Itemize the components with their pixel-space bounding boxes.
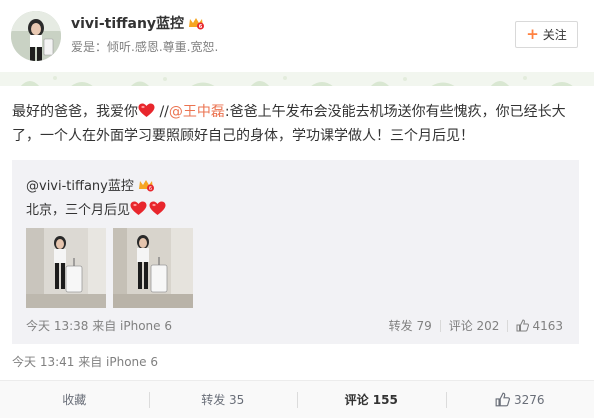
mention-link[interactable]: @王中磊 xyxy=(169,104,225,120)
photo-thumbnail-1[interactable] xyxy=(26,228,106,308)
quoted-stats: 转发 79 评论 202 4163 xyxy=(389,317,563,334)
favorite-button[interactable]: 收藏 xyxy=(0,381,149,418)
svg-text:6: 6 xyxy=(199,24,203,30)
stats-divider xyxy=(439,319,441,332)
heart-icon xyxy=(149,201,166,216)
quoted-text: 北京，三个月后见 xyxy=(26,199,166,218)
avatar[interactable] xyxy=(11,11,61,61)
quoted-comment-count[interactable]: 评论 202 xyxy=(449,317,500,334)
repost-label: 转发 35 xyxy=(201,393,245,407)
quoted-timestamp[interactable]: 今天 13:38 来自 iPhone 6 xyxy=(26,317,172,334)
like-count: 3276 xyxy=(513,392,545,407)
quoted-like-button[interactable]: 4163 xyxy=(516,319,563,333)
repost-button[interactable]: 转发 35 xyxy=(148,381,298,418)
stats-divider xyxy=(507,319,509,332)
action-bar: 收藏 转发 35 评论 155 3276 xyxy=(0,380,594,418)
user-bio: 爱是：倾听.感恩.尊重.宽恕. xyxy=(71,40,219,54)
photo-thumbnail-2[interactable] xyxy=(113,228,193,308)
quoted-text-body: 北京，三个月后见 xyxy=(26,203,131,218)
quoted-post[interactable]: @vivi-tiffany蓝控 6 北京，三个月后见 今天 13:38 来自 i… xyxy=(12,160,579,344)
follow-label: 关注 xyxy=(542,28,567,42)
quoted-repost-count[interactable]: 转发 79 xyxy=(389,317,432,334)
heart-icon xyxy=(138,102,155,117)
username[interactable]: vivi-tiffany蓝控 6 xyxy=(71,13,205,33)
post-text-part1: 最好的爸爸，我爱你 xyxy=(12,104,138,120)
comment-button[interactable]: 评论 155 xyxy=(297,381,446,418)
like-button[interactable]: 3276 xyxy=(445,381,594,418)
follow-button[interactable]: + 关注 xyxy=(515,21,578,48)
thumb-up-icon xyxy=(516,319,530,332)
post-text: 最好的爸爸，我爱你 //@王中磊:爸爸上午发布会没能去机场送你有些愧疚，你已经长… xyxy=(12,100,582,148)
repost-separator: // xyxy=(155,104,169,120)
quoted-like-count: 4163 xyxy=(532,318,563,333)
plus-icon: + xyxy=(526,25,539,43)
comment-label: 评论 155 xyxy=(344,393,398,407)
favorite-label: 收藏 xyxy=(62,393,87,407)
quoted-username-text[interactable]: @vivi-tiffany蓝控 xyxy=(26,179,134,194)
heart-icon xyxy=(130,201,147,216)
username-text[interactable]: vivi-tiffany蓝控 xyxy=(71,16,184,32)
svg-text:6: 6 xyxy=(149,186,152,192)
vip-badge-icon: 6 xyxy=(137,178,155,192)
thumb-up-icon xyxy=(495,392,510,407)
post-timestamp[interactable]: 今天 13:41 来自 iPhone 6 xyxy=(12,353,158,370)
decorative-banner xyxy=(0,72,594,86)
quoted-username[interactable]: @vivi-tiffany蓝控 6 xyxy=(26,175,155,194)
vip-badge-icon: 6 xyxy=(187,16,205,30)
post-header: vivi-tiffany蓝控 6 爱是：倾听.感恩.尊重.宽恕. + 关注 xyxy=(0,0,594,72)
